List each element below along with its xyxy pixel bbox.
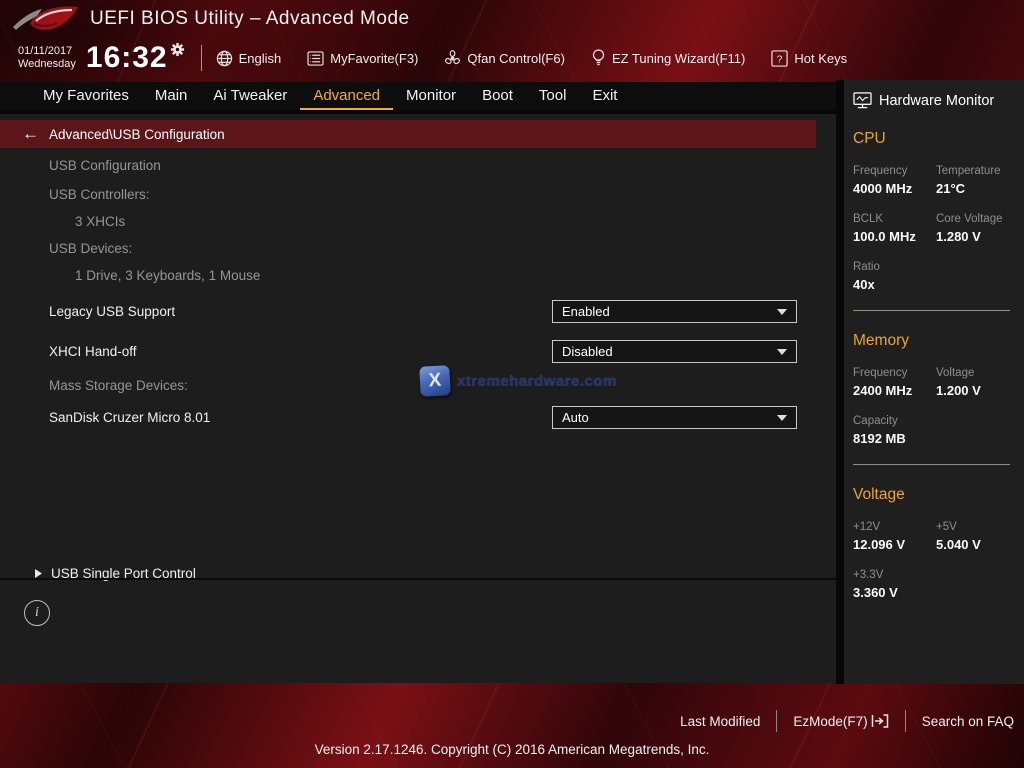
voltage-section-heading: Voltage [853, 486, 1010, 504]
last-modified-button[interactable]: Last Modified [680, 714, 760, 729]
myfavorite-button[interactable]: MyFavorite(F3) [307, 51, 418, 66]
breadcrumb-label: Advanced\USB Configuration [49, 127, 225, 142]
header-menu: English MyFavorite(F3) Qfan Control(F6) [216, 49, 847, 67]
v33-value: 3.360 V [853, 585, 936, 600]
chevron-down-icon [777, 349, 787, 355]
chevron-down-icon [777, 309, 787, 315]
xhci-handoff-label: XHCI Hand-off [49, 344, 137, 359]
menu-tab-bar: My Favorites Main Ai Tweaker Advanced Mo… [0, 82, 836, 110]
header-divider [201, 45, 202, 71]
globe-icon [216, 50, 233, 67]
usb-configuration-heading: USB Configuration [49, 158, 161, 173]
watermark-text: xtremehardware.com [457, 373, 617, 390]
tab-ai-tweaker[interactable]: Ai Tweaker [200, 82, 300, 110]
monitor-icon [853, 92, 872, 109]
voltage-row-1: +12V12.096 V +5V5.040 V [853, 521, 1010, 552]
usb-controllers-value: 3 XHCIs [75, 214, 125, 229]
app-title: UEFI BIOS Utility – Advanced Mode [90, 8, 410, 30]
ez-tuning-icon [591, 49, 606, 67]
memory-voltage-value: 1.200 V [936, 383, 1010, 398]
tab-tool[interactable]: Tool [526, 82, 580, 110]
main-column: My Favorites Main Ai Tweaker Advanced Mo… [0, 82, 836, 683]
legacy-usb-support-select[interactable]: Enabled [552, 300, 797, 323]
hardware-monitor-panel: Hardware Monitor CPU Frequency4000 MHz T… [836, 80, 1024, 684]
ratio-value: 40x [853, 277, 936, 292]
tab-boot[interactable]: Boot [469, 82, 526, 110]
tab-exit[interactable]: Exit [579, 82, 630, 110]
sandisk-device-label: SanDisk Cruzer Micro 8.01 [49, 410, 210, 425]
hardware-monitor-header: Hardware Monitor [853, 92, 1010, 109]
usb-devices-label: USB Devices: [49, 241, 132, 256]
watermark: X xtremehardware.com [420, 366, 617, 396]
cpu-row-3: Ratio40x [853, 261, 1010, 292]
ezmode-button[interactable]: EzMode(F7) [793, 714, 888, 729]
language-button[interactable]: English [216, 50, 282, 67]
breadcrumb[interactable]: ← Advanced\USB Configuration [0, 120, 816, 148]
search-on-faq-button[interactable]: Search on FAQ [922, 714, 1014, 729]
cpu-row-1: Frequency4000 MHz Temperature21°C [853, 165, 1010, 196]
tab-advanced[interactable]: Advanced [300, 82, 393, 110]
core-voltage-value: 1.280 V [936, 229, 1010, 244]
time-display[interactable]: 16:32 [86, 41, 185, 75]
tab-monitor[interactable]: Monitor [393, 82, 469, 110]
section-divider [853, 464, 1010, 465]
qfan-control-button[interactable]: Qfan Control(F6) [444, 50, 565, 67]
cpu-row-2: BCLK100.0 MHz Core Voltage1.280 V [853, 213, 1010, 244]
hotkeys-icon: ? [771, 50, 788, 67]
cpu-frequency-value: 4000 MHz [853, 181, 936, 196]
tab-my-favorites[interactable]: My Favorites [30, 82, 142, 110]
chevron-down-icon [777, 415, 787, 421]
help-strip: i [0, 578, 836, 683]
v12-value: 12.096 V [853, 537, 936, 552]
qfan-icon [444, 50, 461, 67]
svg-text:?: ? [777, 54, 783, 65]
settings-panel: ← Advanced\USB Configuration USB Configu… [0, 114, 836, 683]
footer-divider [776, 710, 777, 732]
back-arrow-icon[interactable]: ← [22, 124, 39, 144]
memory-frequency-value: 2400 MHz [853, 383, 936, 398]
memory-row-1: Frequency2400 MHz Voltage1.200 V [853, 367, 1010, 398]
v5-value: 5.040 V [936, 537, 1010, 552]
voltage-row-2: +3.3V3.360 V [853, 569, 1010, 600]
usb-controllers-label: USB Controllers: [49, 187, 150, 202]
cpu-temperature-value: 21°C [936, 181, 1010, 196]
tab-main[interactable]: Main [142, 82, 201, 110]
mass-storage-heading: Mass Storage Devices: [49, 378, 188, 393]
memory-row-2: Capacity8192 MB [853, 415, 1010, 446]
footer-divider [905, 710, 906, 732]
ez-tuning-wizard-button[interactable]: EZ Tuning Wizard(F11) [591, 49, 745, 67]
myfavorite-icon [307, 51, 324, 66]
hot-keys-button[interactable]: ? Hot Keys [771, 50, 847, 67]
rog-logo-icon [10, 2, 82, 36]
usb-devices-value: 1 Drive, 3 Keyboards, 1 Mouse [75, 268, 260, 283]
section-divider [853, 310, 1010, 311]
memory-section-heading: Memory [853, 332, 1010, 350]
info-icon: i [24, 600, 50, 626]
xhci-handoff-select[interactable]: Disabled [552, 340, 797, 363]
legacy-usb-support-label: Legacy USB Support [49, 304, 175, 319]
ezmode-exit-icon [871, 714, 889, 728]
bios-version-text: Version 2.17.1246. Copyright (C) 2016 Am… [0, 742, 1024, 757]
watermark-logo-icon: X [419, 365, 451, 397]
title-bar: UEFI BIOS Utility – Advanced Mode [0, 0, 1024, 38]
footer-actions: Last Modified EzMode(F7) Search on FAQ [680, 710, 1014, 732]
header-toolbar: 01/11/2017 Wednesday 16:32 English [0, 38, 1024, 78]
gear-icon[interactable] [170, 42, 185, 57]
memory-capacity-value: 8192 MB [853, 431, 936, 446]
sandisk-device-select[interactable]: Auto [552, 406, 797, 429]
bclk-value: 100.0 MHz [853, 229, 936, 244]
date-display[interactable]: 01/11/2017 Wednesday [18, 45, 76, 71]
cpu-section-heading: CPU [853, 130, 1010, 148]
